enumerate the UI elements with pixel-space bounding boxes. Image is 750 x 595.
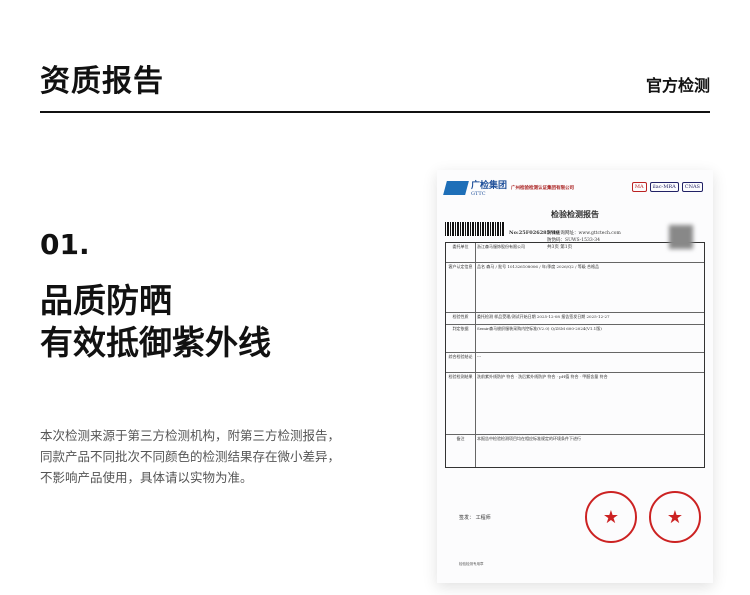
description-line: 同款产品不同批次不同颜色的检测结果存在微小差异，	[40, 449, 341, 464]
test-report-image: 广检集团 GTTC 广州检验检测认证集团有限公司 MA ilac-MRA CNA…	[437, 170, 713, 583]
headline-line-1: 品质防晒	[40, 281, 172, 320]
table-row: 检验性质 委托检测 样品受理/测试开始日期 2025-12-08 报告签发日期 2…	[446, 313, 704, 325]
org-full-name: 广州检验检测认证集团有限公司	[511, 185, 575, 191]
page-count: 共3页 第1页	[547, 245, 573, 250]
row-value: ---	[477, 354, 482, 359]
description-line: 本次检测来源于第三方检测机构，附第三方检测报告，	[40, 428, 341, 443]
page-subtitle: 官方检测	[645, 76, 710, 95]
row-value: Semir森马梭织服装采购内控标准(V2.0) Q/ZSM 600-2024(V…	[477, 326, 602, 331]
description-line: 不影响产品使用，具体请以实物为准。	[40, 470, 253, 485]
report-title: 检验检测报告	[551, 209, 599, 219]
org-name: 广检集团	[471, 181, 508, 191]
cma-badge-icon: MA	[631, 182, 647, 192]
row-key: 检验性质	[446, 313, 476, 324]
accreditation-badges: MA ilac-MRA CNAS	[631, 182, 703, 192]
row-key: 委托单位	[446, 243, 476, 262]
header-divider	[40, 111, 710, 113]
verify-code: 防伪码：SUWS-1533-34	[547, 238, 600, 243]
row-key: 综合检验结论	[446, 353, 476, 372]
row-value: 本报告中检验检测项目均在相应标准规定的环境条件下进行	[477, 436, 581, 441]
row-key: 检验检测结果	[446, 373, 476, 434]
section-description: 本次检测来源于第三方检测机构，附第三方检测报告， 同款产品不同批次不同颜色的检测…	[40, 425, 340, 488]
row-key: 备注	[446, 435, 476, 467]
table-row: 判定依据 Semir森马梭织服装采购内控标准(V2.0) Q/ZSM 600-20…	[446, 325, 704, 353]
row-key: 判定依据	[446, 325, 476, 352]
report-table: 委托单位 浙江森马服饰股份有限公司 客户认定信息 品名 森马 / 批号 101326…	[445, 242, 705, 468]
section-number: 01.	[40, 228, 90, 261]
verify-website: 防伪查询网址：www.gttctech.com	[547, 231, 621, 236]
barcode-icon	[445, 222, 505, 236]
seal-caption: 检验检测专用章	[459, 562, 484, 566]
table-row: 备注 本报告中检验检测项目均在相应标准规定的环境条件下进行	[446, 435, 704, 467]
table-row: 客户认定信息 品名 森马 / 批号 101326108006 / 年/季度 202…	[446, 263, 704, 313]
signature: 签发： 工程师	[459, 515, 491, 521]
org-name-en: GTTC	[471, 191, 486, 197]
row-value: 洗前紫外线防护 符合 · 洗后紫外线防护 符合 · pH值 符合 · 甲醛含量 …	[477, 374, 608, 379]
report-meta: 防伪查询网址：www.gttctech.com 防伪码：SUWS-1533-34…	[547, 230, 621, 251]
cnas-badge-icon: CNAS	[681, 182, 703, 192]
row-key: 客户认定信息	[446, 263, 476, 312]
ilac-badge-icon: ilac-MRA	[649, 182, 679, 192]
table-row: 检验检测结果 洗前紫外线防护 符合 · 洗后紫外线防护 符合 · pH值 符合 ·…	[446, 373, 704, 435]
seal-star-icon: ★	[585, 491, 637, 543]
row-value: 委托检测 样品受理/测试开始日期 2025-12-08 报告签发日期 2025-…	[477, 314, 610, 319]
page-title: 资质报告	[40, 64, 164, 99]
qr-code-blurred	[669, 225, 693, 249]
table-row: 综合检验结论 ---	[446, 353, 704, 373]
seal-star-icon: ★	[649, 491, 701, 543]
gttc-logo-icon	[443, 180, 469, 195]
row-value: 品名 森马 / 批号 101326108006 / 年/季度 2026/Q2 /…	[477, 264, 599, 269]
section-headline: 品质防晒 有效抵御紫外线	[40, 280, 271, 364]
official-seals: ★ ★	[585, 491, 701, 543]
headline-line-2: 有效抵御紫外线	[40, 323, 271, 362]
